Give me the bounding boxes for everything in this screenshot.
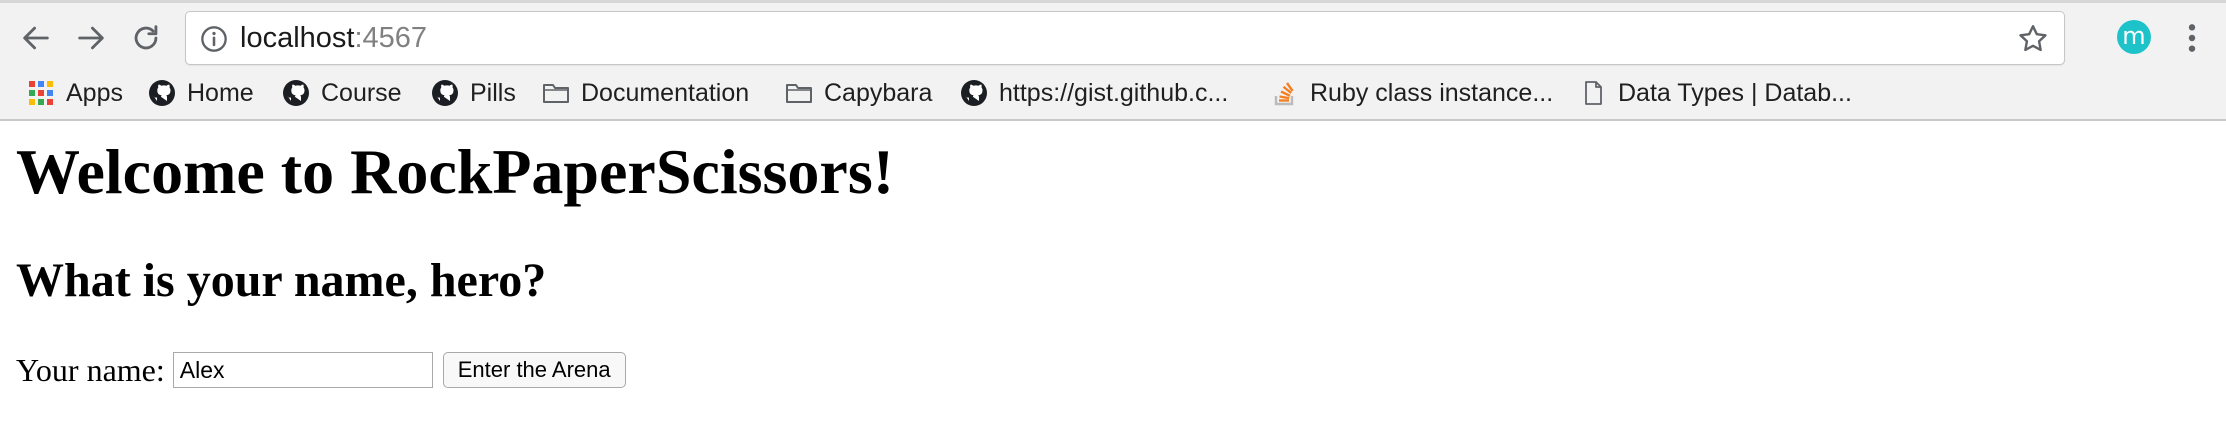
page-title: Welcome to RockPaperScissors! — [16, 136, 895, 207]
url-text[interactable]: localhost:4567 — [240, 20, 427, 56]
github-icon — [430, 78, 460, 108]
url-port: :4567 — [354, 22, 428, 54]
folder-icon — [541, 78, 571, 108]
bookmark-data-types[interactable]: Data Types | Datab... — [1578, 71, 1852, 115]
bookmark-label: Apps — [66, 79, 123, 107]
bookmark-label: https://gist.github.c... — [999, 79, 1229, 107]
url-host: localhost — [240, 22, 355, 54]
bookmark-documentation[interactable]: Documentation — [541, 71, 749, 115]
name-form: Your name: Enter the Arena — [16, 349, 626, 391]
profile-avatar[interactable]: m — [2117, 20, 2151, 54]
reload-icon — [134, 25, 158, 50]
back-arrow-icon — [23, 26, 49, 50]
bookmark-pills[interactable]: Pills — [430, 71, 516, 115]
bookmarks-bar: Apps Home Course Pills Documentation Cap… — [0, 71, 2226, 115]
bookmark-label: Course — [321, 79, 402, 107]
bookmark-ruby-class[interactable]: Ruby class instance... — [1270, 71, 1553, 115]
bookmark-label: Documentation — [581, 79, 750, 107]
forward-button[interactable] — [67, 14, 115, 62]
github-icon — [147, 78, 177, 108]
bookmark-capybara[interactable]: Capybara — [784, 71, 932, 115]
bookmark-label: Pills — [470, 79, 516, 107]
bookmark-gist[interactable]: https://gist.github.c... — [959, 71, 1228, 115]
address-bar[interactable]: localhost:4567 — [185, 11, 2065, 65]
bookmark-label: Capybara — [824, 79, 933, 107]
name-input[interactable] — [172, 352, 433, 388]
bookmark-home[interactable]: Home — [147, 71, 254, 115]
stackoverflow-icon — [1270, 78, 1300, 108]
page-icon — [1578, 78, 1608, 108]
page-content: Welcome to RockPaperScissors! What is yo… — [0, 121, 2226, 422]
browser-toolbar: localhost:4567 m Apps Home Course Pills … — [0, 0, 2226, 121]
kebab-menu-icon[interactable] — [2180, 22, 2204, 54]
bookmark-label: Home — [187, 79, 254, 107]
github-icon — [959, 78, 989, 108]
bookmark-apps[interactable]: Apps — [26, 71, 123, 115]
github-icon — [281, 78, 311, 108]
forward-arrow-icon — [78, 26, 104, 50]
name-label: Your name: — [16, 352, 165, 388]
info-icon[interactable] — [200, 25, 228, 53]
apps-grid-icon — [26, 78, 56, 108]
back-button[interactable] — [12, 14, 60, 62]
bookmark-star-icon[interactable] — [2016, 22, 2050, 56]
enter-arena-button[interactable]: Enter the Arena — [442, 352, 626, 388]
page-subtitle: What is your name, hero? — [16, 254, 547, 307]
reload-button[interactable] — [122, 14, 170, 62]
bookmark-label: Data Types | Datab... — [1618, 79, 1852, 107]
tab-strip-edge — [0, 0, 2226, 3]
folder-icon — [784, 78, 814, 108]
bookmark-label: Ruby class instance... — [1310, 79, 1554, 107]
bookmark-course[interactable]: Course — [281, 71, 402, 115]
